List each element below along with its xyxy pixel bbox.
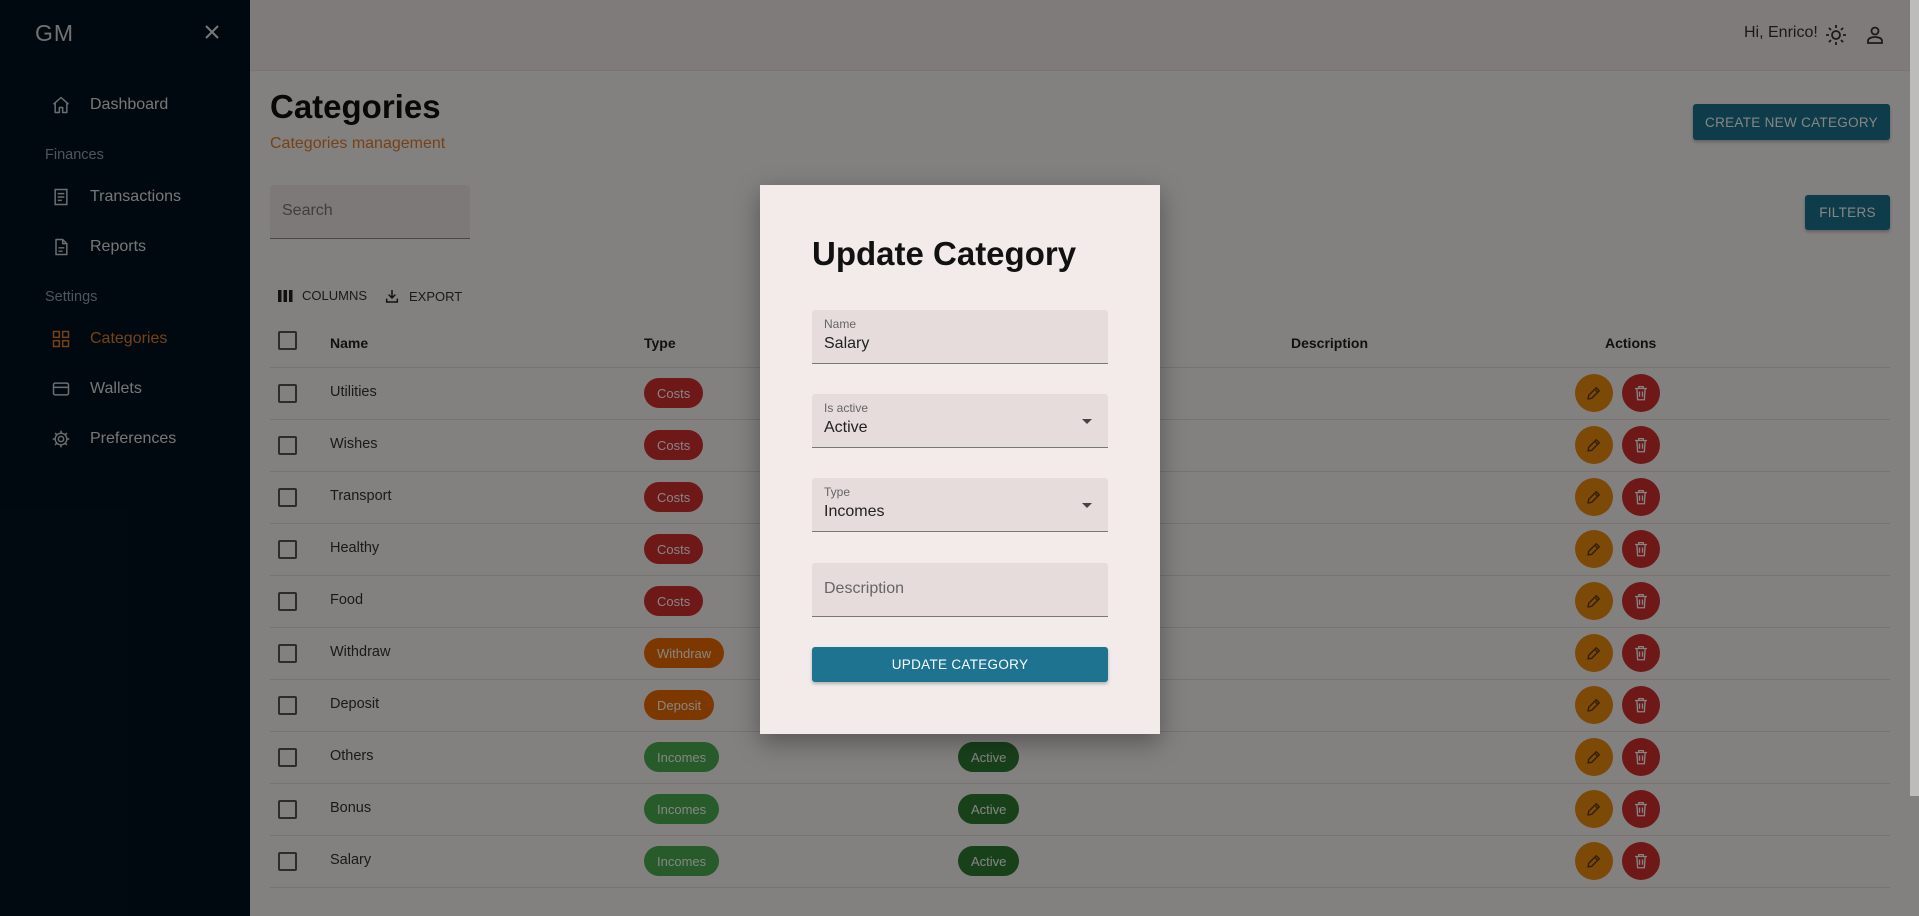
- is-active-select[interactable]: Is active Active: [812, 394, 1108, 448]
- is-active-label: Is active: [824, 401, 869, 415]
- type-value: Incomes: [824, 503, 885, 520]
- name-field[interactable]: Name Salary: [812, 310, 1108, 364]
- update-category-button[interactable]: UPDATE CATEGORY: [812, 647, 1108, 682]
- chevron-down-icon: [1082, 503, 1092, 508]
- type-label: Type: [824, 485, 851, 499]
- update-category-dialog: Update Category Name Salary Is active Ac…: [760, 185, 1160, 734]
- name-field-value: Salary: [824, 335, 870, 352]
- type-select[interactable]: Type Incomes: [812, 478, 1108, 532]
- chevron-down-icon: [1082, 419, 1092, 424]
- name-field-label: Name: [824, 317, 857, 331]
- is-active-value: Active: [824, 419, 868, 436]
- page-scrollbar[interactable]: [1910, 0, 1919, 796]
- description-placeholder: Description: [824, 580, 905, 597]
- description-field[interactable]: Description: [812, 563, 1108, 617]
- dialog-title: Update Category: [812, 235, 1077, 272]
